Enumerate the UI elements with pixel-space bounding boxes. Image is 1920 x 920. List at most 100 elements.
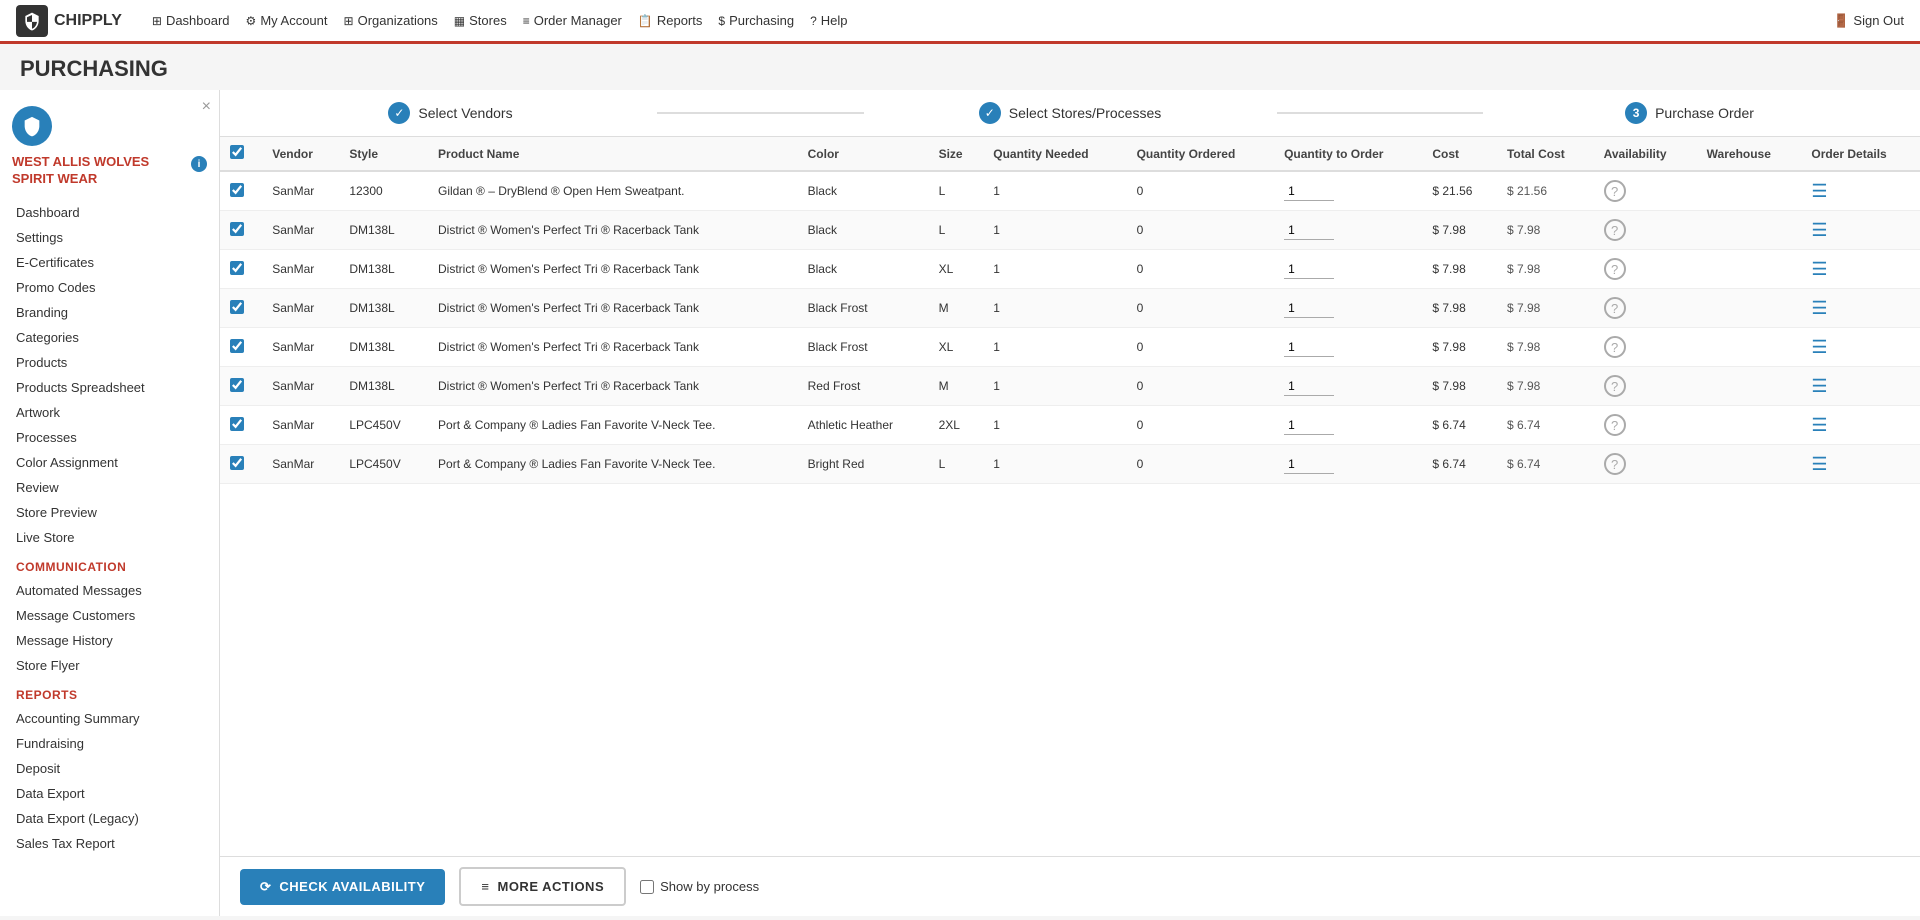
more-actions-label: MORE ACTIONS: [497, 879, 604, 894]
sidebar-item-settings[interactable]: Settings: [0, 225, 219, 250]
row-qty-to-order: [1274, 406, 1422, 445]
order-details-icon-1[interactable]: ☰: [1811, 220, 1827, 240]
row-warehouse: [1697, 328, 1802, 367]
row-checkbox-3[interactable]: [230, 300, 244, 314]
availability-icon-3[interactable]: ?: [1604, 297, 1626, 319]
order-details-icon-7[interactable]: ☰: [1811, 454, 1827, 474]
sidebar-item-e-certificates[interactable]: E-Certificates: [0, 250, 219, 275]
row-warehouse: [1697, 367, 1802, 406]
select-all-checkbox[interactable]: [230, 145, 244, 159]
step-2-label: Select Stores/Processes: [1009, 105, 1162, 121]
sidebar-item-artwork[interactable]: Artwork: [0, 400, 219, 425]
row-checkbox-6[interactable]: [230, 417, 244, 431]
nav-item-dashboard[interactable]: ⊞Dashboard: [152, 13, 230, 28]
nav-item-reports[interactable]: 📋Reports: [638, 13, 702, 28]
sidebar-item-live-store[interactable]: Live Store: [0, 525, 219, 550]
table-row: SanMar LPC450V Port & Company ® Ladies F…: [220, 445, 1920, 484]
sidebar-item-automated-messages[interactable]: Automated Messages: [0, 578, 219, 603]
row-order-details: ☰: [1801, 211, 1920, 250]
check-availability-button[interactable]: ⟳ CHECK AVAILABILITY: [240, 869, 445, 905]
sidebar-item-sales-tax-report[interactable]: Sales Tax Report: [0, 831, 219, 856]
sidebar-item-color-assignment[interactable]: Color Assignment: [0, 450, 219, 475]
row-product: Gildan ® – DryBlend ® Open Hem Sweatpant…: [428, 171, 798, 211]
step-divider-2: [1277, 112, 1484, 114]
row-warehouse: [1697, 406, 1802, 445]
sidebar-item-message-history[interactable]: Message History: [0, 628, 219, 653]
sidebar-item-categories[interactable]: Categories: [0, 325, 219, 350]
row-product: District ® Women's Perfect Tri ® Racerba…: [428, 367, 798, 406]
row-checkbox-0[interactable]: [230, 183, 244, 197]
sidebar-item-dashboard[interactable]: Dashboard: [0, 200, 219, 225]
nav-item-my-account[interactable]: ⚙My Account: [246, 13, 328, 28]
more-actions-button[interactable]: ≡ MORE ACTIONS: [459, 867, 626, 906]
row-qty-ordered: 0: [1127, 250, 1274, 289]
sidebar-item-data-export--legacy-[interactable]: Data Export (Legacy): [0, 806, 219, 831]
row-vendor: SanMar: [262, 445, 339, 484]
availability-icon-7[interactable]: ?: [1604, 453, 1626, 475]
row-total-cost: $ 7.98: [1497, 328, 1594, 367]
table-body: SanMar 12300 Gildan ® – DryBlend ® Open …: [220, 171, 1920, 484]
availability-icon-1[interactable]: ?: [1604, 219, 1626, 241]
nav-item-help[interactable]: ?Help: [810, 13, 847, 28]
row-checkbox-4[interactable]: [230, 339, 244, 353]
row-cost: $ 7.98: [1422, 211, 1497, 250]
availability-icon-2[interactable]: ?: [1604, 258, 1626, 280]
sidebar-item-data-export[interactable]: Data Export: [0, 781, 219, 806]
sidebar-item-deposit[interactable]: Deposit: [0, 756, 219, 781]
availability-icon-4[interactable]: ?: [1604, 336, 1626, 358]
sidebar-item-store-flyer[interactable]: Store Flyer: [0, 653, 219, 678]
sidebar-item-message-customers[interactable]: Message Customers: [0, 603, 219, 628]
sidebar-item-accounting-summary[interactable]: Accounting Summary: [0, 706, 219, 731]
row-order-details: ☰: [1801, 289, 1920, 328]
order-details-icon-5[interactable]: ☰: [1811, 376, 1827, 396]
row-qty-ordered: 0: [1127, 211, 1274, 250]
sidebar-item-processes[interactable]: Processes: [0, 425, 219, 450]
row-qty-input-7[interactable]: [1284, 455, 1334, 474]
row-qty-input-6[interactable]: [1284, 416, 1334, 435]
row-qty-to-order: [1274, 445, 1422, 484]
nav-item-organizations[interactable]: ⊞Organizations: [344, 13, 438, 28]
availability-icon-5[interactable]: ?: [1604, 375, 1626, 397]
sidebar-item-review[interactable]: Review: [0, 475, 219, 500]
availability-icon-0[interactable]: ?: [1604, 180, 1626, 202]
row-checkbox-cell: [220, 445, 262, 484]
nav-item-order-manager[interactable]: ≡Order Manager: [523, 13, 622, 28]
sidebar-item-promo-codes[interactable]: Promo Codes: [0, 275, 219, 300]
org-info-icon[interactable]: i: [191, 156, 207, 172]
row-checkbox-1[interactable]: [230, 222, 244, 236]
show-by-process-checkbox[interactable]: [640, 880, 654, 894]
logo-icon: [16, 5, 48, 37]
app-logo: CHIPPLY: [16, 5, 122, 37]
row-checkbox-5[interactable]: [230, 378, 244, 392]
order-details-icon-2[interactable]: ☰: [1811, 259, 1827, 279]
row-qty-input-1[interactable]: [1284, 221, 1334, 240]
sidebar-item-store-preview[interactable]: Store Preview: [0, 500, 219, 525]
availability-icon-6[interactable]: ?: [1604, 414, 1626, 436]
sidebar-item-products-spreadsheet[interactable]: Products Spreadsheet: [0, 375, 219, 400]
row-qty-input-2[interactable]: [1284, 260, 1334, 279]
sidebar-item-fundraising[interactable]: Fundraising: [0, 731, 219, 756]
order-details-icon-0[interactable]: ☰: [1811, 181, 1827, 201]
row-qty-input-5[interactable]: [1284, 377, 1334, 396]
order-details-icon-6[interactable]: ☰: [1811, 415, 1827, 435]
row-size: L: [929, 211, 984, 250]
table-row: SanMar DM138L District ® Women's Perfect…: [220, 211, 1920, 250]
row-size: 2XL: [929, 406, 984, 445]
order-details-icon-3[interactable]: ☰: [1811, 298, 1827, 318]
table-row: SanMar DM138L District ® Women's Perfect…: [220, 289, 1920, 328]
row-qty-input-0[interactable]: [1284, 182, 1334, 201]
sidebar-item-products[interactable]: Products: [0, 350, 219, 375]
show-by-process-label[interactable]: Show by process: [640, 879, 759, 894]
row-qty-input-4[interactable]: [1284, 338, 1334, 357]
sign-out-button[interactable]: 🚪 Sign Out: [1833, 13, 1904, 29]
order-details-icon-4[interactable]: ☰: [1811, 337, 1827, 357]
row-checkbox-2[interactable]: [230, 261, 244, 275]
row-qty-input-3[interactable]: [1284, 299, 1334, 318]
sidebar-close-button[interactable]: ×: [202, 98, 211, 116]
row-color: Black: [798, 171, 929, 211]
nav-item-purchasing[interactable]: $Purchasing: [718, 13, 794, 28]
row-checkbox-7[interactable]: [230, 456, 244, 470]
row-vendor: SanMar: [262, 211, 339, 250]
sidebar-item-branding[interactable]: Branding: [0, 300, 219, 325]
nav-item-stores[interactable]: ▦Stores: [454, 13, 507, 28]
